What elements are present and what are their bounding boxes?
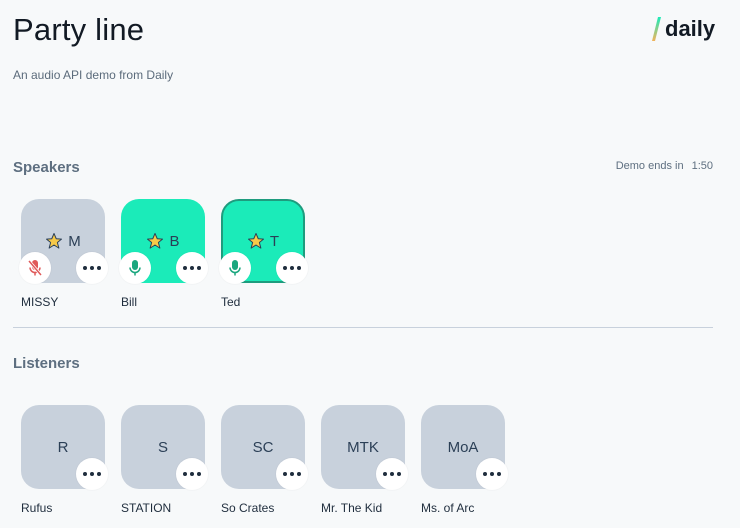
listener-name: STATION	[121, 501, 172, 515]
speaker-initials: B	[169, 232, 180, 250]
more-options-icon	[183, 472, 201, 476]
speaker-tile[interactable]: B	[119, 199, 208, 284]
listener-card: S STATION	[121, 405, 208, 515]
speaker-initials: T	[269, 232, 280, 250]
speaker-card: M MISSY	[19, 199, 108, 309]
more-options-icon	[283, 266, 301, 270]
microphone-muted-icon	[27, 260, 43, 276]
more-options-icon	[183, 266, 201, 270]
participant-menu-button[interactable]	[276, 458, 308, 490]
listener-tile[interactable]: SC	[221, 405, 308, 490]
speaker-card: B Bill	[119, 199, 208, 309]
logo-wordmark: daily	[665, 16, 716, 41]
listener-tile[interactable]: R	[21, 405, 108, 490]
listener-initials: MoA	[447, 438, 479, 456]
speaker-name: MISSY	[21, 295, 59, 309]
listener-card: R Rufus	[21, 405, 108, 515]
listeners-row: R Rufus S STATION SC So Crates MTK Mr. T…	[21, 405, 508, 515]
timer-label: Demo ends in	[615, 160, 684, 172]
star-icon	[247, 233, 264, 249]
listener-name: Rufus	[21, 501, 53, 515]
listeners-heading: Listeners	[13, 355, 80, 372]
speaker-tile[interactable]: M	[19, 199, 108, 284]
participant-menu-button[interactable]	[476, 458, 508, 490]
timer-value: 1:50	[691, 160, 713, 172]
speaker-initials: M	[68, 232, 81, 250]
section-divider	[13, 327, 713, 328]
listener-name: Ms. of Arc	[421, 501, 475, 515]
mute-toggle-button[interactable]	[219, 252, 251, 284]
listener-name: So Crates	[221, 501, 275, 515]
logo-slash-icon	[652, 17, 661, 41]
star-icon	[46, 233, 63, 249]
star-icon	[147, 233, 164, 249]
speakers-row: M MISSY B Bill T Ted	[19, 199, 308, 309]
more-options-icon	[283, 472, 301, 476]
listener-initials: S	[157, 438, 168, 456]
speakers-heading: Speakers	[13, 159, 80, 176]
listener-card: MoA Ms. of Arc	[421, 405, 508, 515]
mute-toggle-button[interactable]	[119, 252, 151, 284]
participant-menu-button[interactable]	[276, 252, 308, 284]
more-options-icon	[383, 472, 401, 476]
listener-name: Mr. The Kid	[321, 501, 383, 515]
mute-toggle-button[interactable]	[19, 252, 51, 284]
speaker-name: Bill	[121, 295, 138, 309]
daily-logo[interactable]: daily	[652, 16, 715, 42]
participant-menu-button[interactable]	[176, 458, 208, 490]
participant-menu-button[interactable]	[76, 458, 108, 490]
page-title: Party line	[13, 12, 145, 47]
participant-menu-button[interactable]	[76, 252, 108, 284]
more-options-icon	[83, 472, 101, 476]
participant-menu-button[interactable]	[376, 458, 408, 490]
speaker-card: T Ted	[219, 199, 308, 309]
demo-timer: Demo ends in 1:50	[616, 160, 713, 172]
listener-initials: R	[57, 438, 69, 456]
speaker-tile[interactable]: T	[219, 199, 308, 284]
page-subtitle: An audio API demo from Daily	[13, 68, 174, 82]
listener-tile[interactable]: S	[121, 405, 208, 490]
participant-menu-button[interactable]	[176, 252, 208, 284]
listener-initials: MTK	[347, 438, 379, 456]
listener-tile[interactable]: MoA	[421, 405, 508, 490]
listener-tile[interactable]: MTK	[321, 405, 408, 490]
speaker-name: Ted	[221, 295, 241, 309]
more-options-icon	[83, 266, 101, 270]
microphone-icon	[129, 260, 141, 276]
microphone-icon	[229, 260, 241, 276]
listener-card: MTK Mr. The Kid	[321, 405, 408, 515]
listener-card: SC So Crates	[221, 405, 308, 515]
listener-initials: SC	[252, 438, 274, 456]
more-options-icon	[483, 472, 501, 476]
